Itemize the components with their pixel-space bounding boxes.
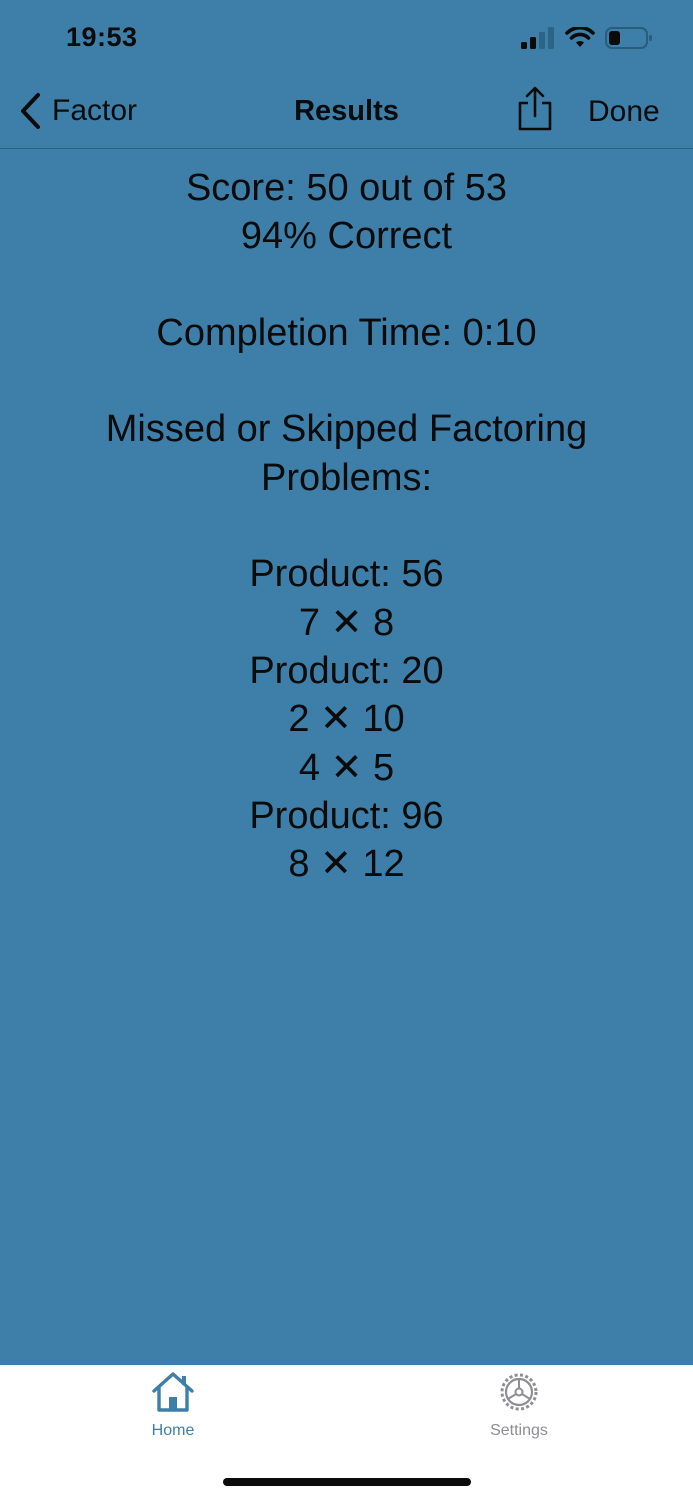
tab-settings[interactable]: Settings: [449, 1371, 589, 1440]
battery-icon: [605, 27, 652, 49]
cellular-signal-icon: [521, 27, 554, 49]
percent-correct-text: 94% Correct: [240, 215, 453, 258]
missed-heading-line-2: Problems:: [260, 456, 433, 499]
problem-factor-pair: 2 ✕ 10: [288, 698, 405, 741]
missed-heading-line-1: Missed or Skipped Factoring: [105, 408, 588, 451]
status-icons: [521, 26, 653, 50]
tab-home[interactable]: Home: [103, 1371, 243, 1440]
problem-factor-pair: 8 ✕ 12: [288, 843, 405, 886]
tab-home-label: Home: [151, 1422, 195, 1439]
status-time: 19:53: [66, 22, 138, 52]
home-indicator: [223, 1478, 471, 1486]
problem-product: Product: 96: [249, 794, 444, 837]
wifi-icon: [565, 27, 595, 47]
score-text: Score: 50 out of 53: [185, 167, 508, 209]
problem-factor-pair: 7 ✕ 8: [298, 601, 395, 644]
problem-product: Product: 56: [249, 553, 444, 596]
gear-icon: [500, 1373, 538, 1411]
done-button[interactable]: Done: [588, 95, 660, 129]
share-icon: [518, 86, 552, 131]
share-button[interactable]: [515, 86, 555, 137]
problem-product: Product: 20: [249, 649, 444, 692]
results-content: Score: 50 out of 53 94% Correct Completi…: [0, 164, 693, 888]
completion-time-text: Completion Time: 0:10: [156, 311, 537, 354]
navigation-bar: Factor Results Done: [0, 80, 693, 149]
status-bar: 19:53: [0, 0, 693, 80]
problem-factor-pair: 4 ✕ 5: [298, 746, 395, 789]
home-icon: [152, 1372, 194, 1412]
tab-settings-label: Settings: [490, 1422, 548, 1439]
